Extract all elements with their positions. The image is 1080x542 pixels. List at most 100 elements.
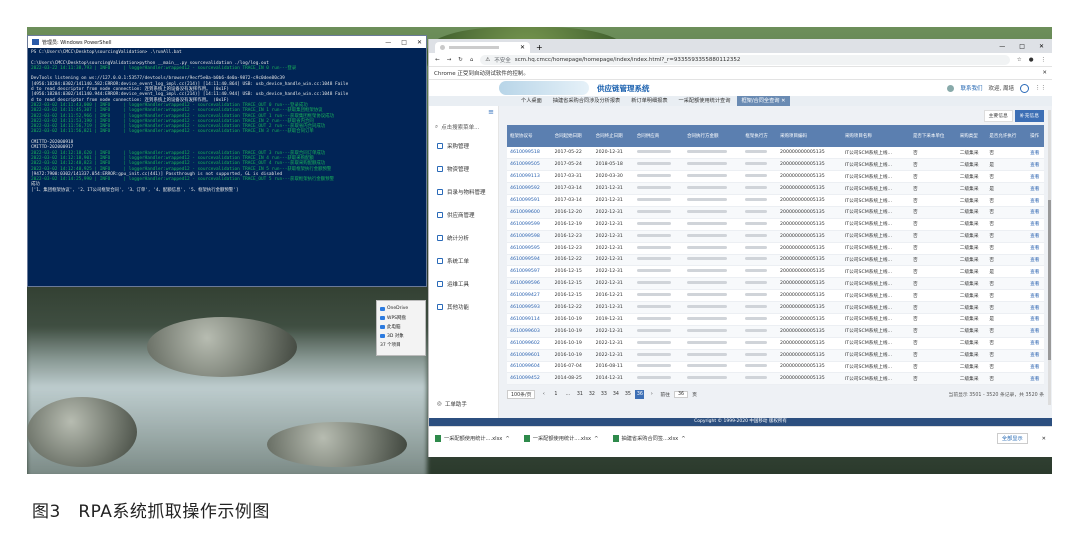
cell-agreement-no[interactable]: 4610099505 <box>507 158 552 172</box>
table-row[interactable]: 4610099602 2016-10-19 2022-12-31 2000000000… <box>507 337 1044 350</box>
chevron-up-icon[interactable]: ^ <box>594 436 598 442</box>
nav-item-3d[interactable]: 3D 对象 <box>380 331 422 340</box>
show-all-button[interactable]: 全部显示 <box>996 433 1028 444</box>
console-output[interactable]: PS C:\Users\CMCC\Desktop\sourcingValidat… <box>28 48 426 286</box>
page-button[interactable]: 32 <box>587 390 596 399</box>
scrollbar-thumb[interactable] <box>1048 200 1051 360</box>
cell-agreement-no[interactable]: 4610099597 <box>507 265 552 279</box>
sidebar-item[interactable]: 供应商管理 <box>429 203 498 226</box>
cell-view-link[interactable]: 查看 <box>1027 147 1044 160</box>
goto-input[interactable]: 36 <box>673 390 689 398</box>
home-icon[interactable]: ⌂ <box>470 57 474 63</box>
main-info-button[interactable]: 主要信息 <box>983 110 1013 122</box>
page-button[interactable]: 36 <box>635 389 645 399</box>
cell-view-link[interactable]: 查看 <box>1027 289 1044 303</box>
column-header[interactable]: 框架执行方 <box>742 125 777 147</box>
column-header[interactable]: 是否下采本单位 <box>909 125 957 147</box>
hamburger-icon[interactable]: ≡ <box>488 108 494 116</box>
tab-order-report[interactable]: 新订单明细报表 <box>627 96 671 106</box>
table-row[interactable]: 4610099601 2016-10-19 2022-12-31 2000000000… <box>507 349 1044 362</box>
table-row[interactable]: 4610099591 2017-03-14 2021-12-31 2000000000… <box>507 194 1044 207</box>
table-row[interactable]: 4610099452 2014-08-25 2014-12-31 2000000000… <box>507 372 1044 386</box>
cell-agreement-no[interactable]: 4610099452 <box>507 372 552 386</box>
cell-agreement-no[interactable]: 4610099602 <box>507 337 552 350</box>
sidebar-item[interactable]: 采购管理 <box>429 134 498 157</box>
maximize-button[interactable]: □ <box>1019 43 1025 50</box>
sidebar-item[interactable]: 目录与物料管理 <box>429 180 498 203</box>
menu-search[interactable]: ⌕ 点击搜索菜单... <box>429 120 498 134</box>
table-row[interactable]: 4610099592 2017-03-14 2021-12-31 2000000000… <box>507 182 1044 196</box>
maximize-button[interactable]: □ <box>401 39 407 46</box>
cell-view-link[interactable]: 查看 <box>1027 265 1044 279</box>
contact-link[interactable]: 联系我们 <box>960 84 982 92</box>
column-header[interactable]: 合同执行方金额 <box>683 125 743 147</box>
cell-agreement-no[interactable]: 4610099599 <box>507 218 552 231</box>
cell-view-link[interactable]: 查看 <box>1027 182 1044 196</box>
cell-view-link[interactable]: 查看 <box>1027 361 1044 374</box>
page-size-select[interactable]: 100条/页 <box>507 389 536 399</box>
cell-agreement-no[interactable]: 4610099601 <box>507 349 552 362</box>
column-header[interactable]: 采购项目编码 <box>777 125 842 147</box>
column-header[interactable]: 合同起始日期 <box>551 125 593 147</box>
close-button[interactable]: ✕ <box>1039 43 1044 50</box>
tab-close-icon[interactable]: ✕ <box>520 44 525 51</box>
minimize-button[interactable]: — <box>385 39 391 46</box>
extra-info-button[interactable]: 补充信息 <box>1014 110 1044 122</box>
grid-icon[interactable]: ⋮⋮ <box>1035 85 1046 91</box>
powershell-window[interactable]: 管理员: Windows PowerShell — □ ✕ PS C:\User… <box>27 35 427 287</box>
cell-agreement-no[interactable]: 4610099594 <box>507 254 552 267</box>
nav-item-this-pc[interactable]: 此电脑 <box>380 322 422 331</box>
minimize-button[interactable]: — <box>999 43 1005 50</box>
infobar-close-icon[interactable]: ✕ <box>1042 70 1047 76</box>
page-button[interactable]: 33 <box>599 390 608 399</box>
scrollbar[interactable] <box>1048 110 1051 405</box>
cell-view-link[interactable]: 查看 <box>1027 254 1044 267</box>
nav-item-wps[interactable]: WPS网盘 <box>380 313 422 322</box>
table-row[interactable]: 4610099603 2016-10-19 2022-12-31 2000000000… <box>507 325 1044 338</box>
ticket-helper[interactable]: ◎ 工单助手 <box>437 400 467 408</box>
column-header[interactable]: 操作 <box>1027 125 1044 147</box>
cell-agreement-no[interactable]: 4610099427 <box>507 289 552 303</box>
back-icon[interactable]: ← <box>435 57 440 63</box>
cell-view-link[interactable]: 查看 <box>1027 313 1044 326</box>
table-row[interactable]: 4610099598 2016-12-23 2022-12-31 2000000000… <box>507 230 1044 243</box>
cell-view-link[interactable]: 查看 <box>1027 349 1044 362</box>
cell-view-link[interactable]: 查看 <box>1027 301 1044 314</box>
page-button[interactable]: ‹ <box>539 390 548 399</box>
cell-view-link[interactable]: 查看 <box>1027 170 1044 184</box>
table-row[interactable]: 4610099114 2016-10-19 2019-12-31 2000000000… <box>507 313 1044 326</box>
cell-agreement-no[interactable]: 4610099595 <box>507 242 552 255</box>
cell-agreement-no[interactable]: 4610099114 <box>507 313 552 326</box>
chevron-up-icon[interactable]: ^ <box>505 436 509 442</box>
page-button[interactable]: 31 <box>575 390 584 399</box>
sidebar-item[interactable]: 物资管理 <box>429 157 498 180</box>
page-button[interactable]: › <box>647 390 656 399</box>
column-header[interactable]: 采购类型 <box>956 125 987 147</box>
nav-item-onedrive[interactable]: OneDrive <box>380 304 422 313</box>
table-row[interactable]: 4610099597 2016-12-15 2022-12-31 2000000000… <box>507 265 1044 279</box>
url-field[interactable]: ⚠ 不安全 scm.hq.cmcc/homepage/homepage/inde… <box>480 54 1010 65</box>
cell-view-link[interactable]: 查看 <box>1027 218 1044 231</box>
cell-view-link[interactable]: 查看 <box>1027 325 1044 338</box>
cell-view-link[interactable]: 查看 <box>1027 372 1044 386</box>
cell-agreement-no[interactable]: 4610099518 <box>507 147 552 160</box>
table-row[interactable]: 4610099518 2017-05-22 2020-12-31 2000000000… <box>507 147 1044 160</box>
page-button[interactable]: 35 <box>623 390 632 399</box>
cell-agreement-no[interactable]: 4610099598 <box>507 230 552 243</box>
table-row[interactable]: 4610099113 2017-03-31 2020-03-30 2000000000… <box>507 170 1044 184</box>
menu-icon[interactable]: ⋮ <box>1041 57 1047 63</box>
cell-view-link[interactable]: 查看 <box>1027 242 1044 255</box>
table-row[interactable]: 4610099595 2016-12-23 2022-12-31 2000000000… <box>507 242 1044 255</box>
cell-view-link[interactable]: 查看 <box>1027 230 1044 243</box>
powershell-titlebar[interactable]: 管理员: Windows PowerShell — □ ✕ <box>28 36 426 48</box>
cell-agreement-no[interactable]: 4610099593 <box>507 301 552 314</box>
table-row[interactable]: 4610099599 2016-12-19 2022-12-31 2000000000… <box>507 218 1044 231</box>
cell-view-link[interactable]: 查看 <box>1027 194 1044 207</box>
table-row[interactable]: 4610099427 2016-12-15 2016-12-21 2000000000… <box>507 289 1044 303</box>
cell-view-link[interactable]: 查看 <box>1027 277 1044 291</box>
cell-agreement-no[interactable]: 4610099591 <box>507 194 552 207</box>
tab-contract-report[interactable]: 抽建省采购合同涉及分析报表 <box>549 96 624 106</box>
profile-icon[interactable]: ● <box>1029 57 1034 63</box>
cell-view-link[interactable]: 查看 <box>1027 158 1044 172</box>
sidebar-item[interactable]: 运维工具 <box>429 272 498 295</box>
